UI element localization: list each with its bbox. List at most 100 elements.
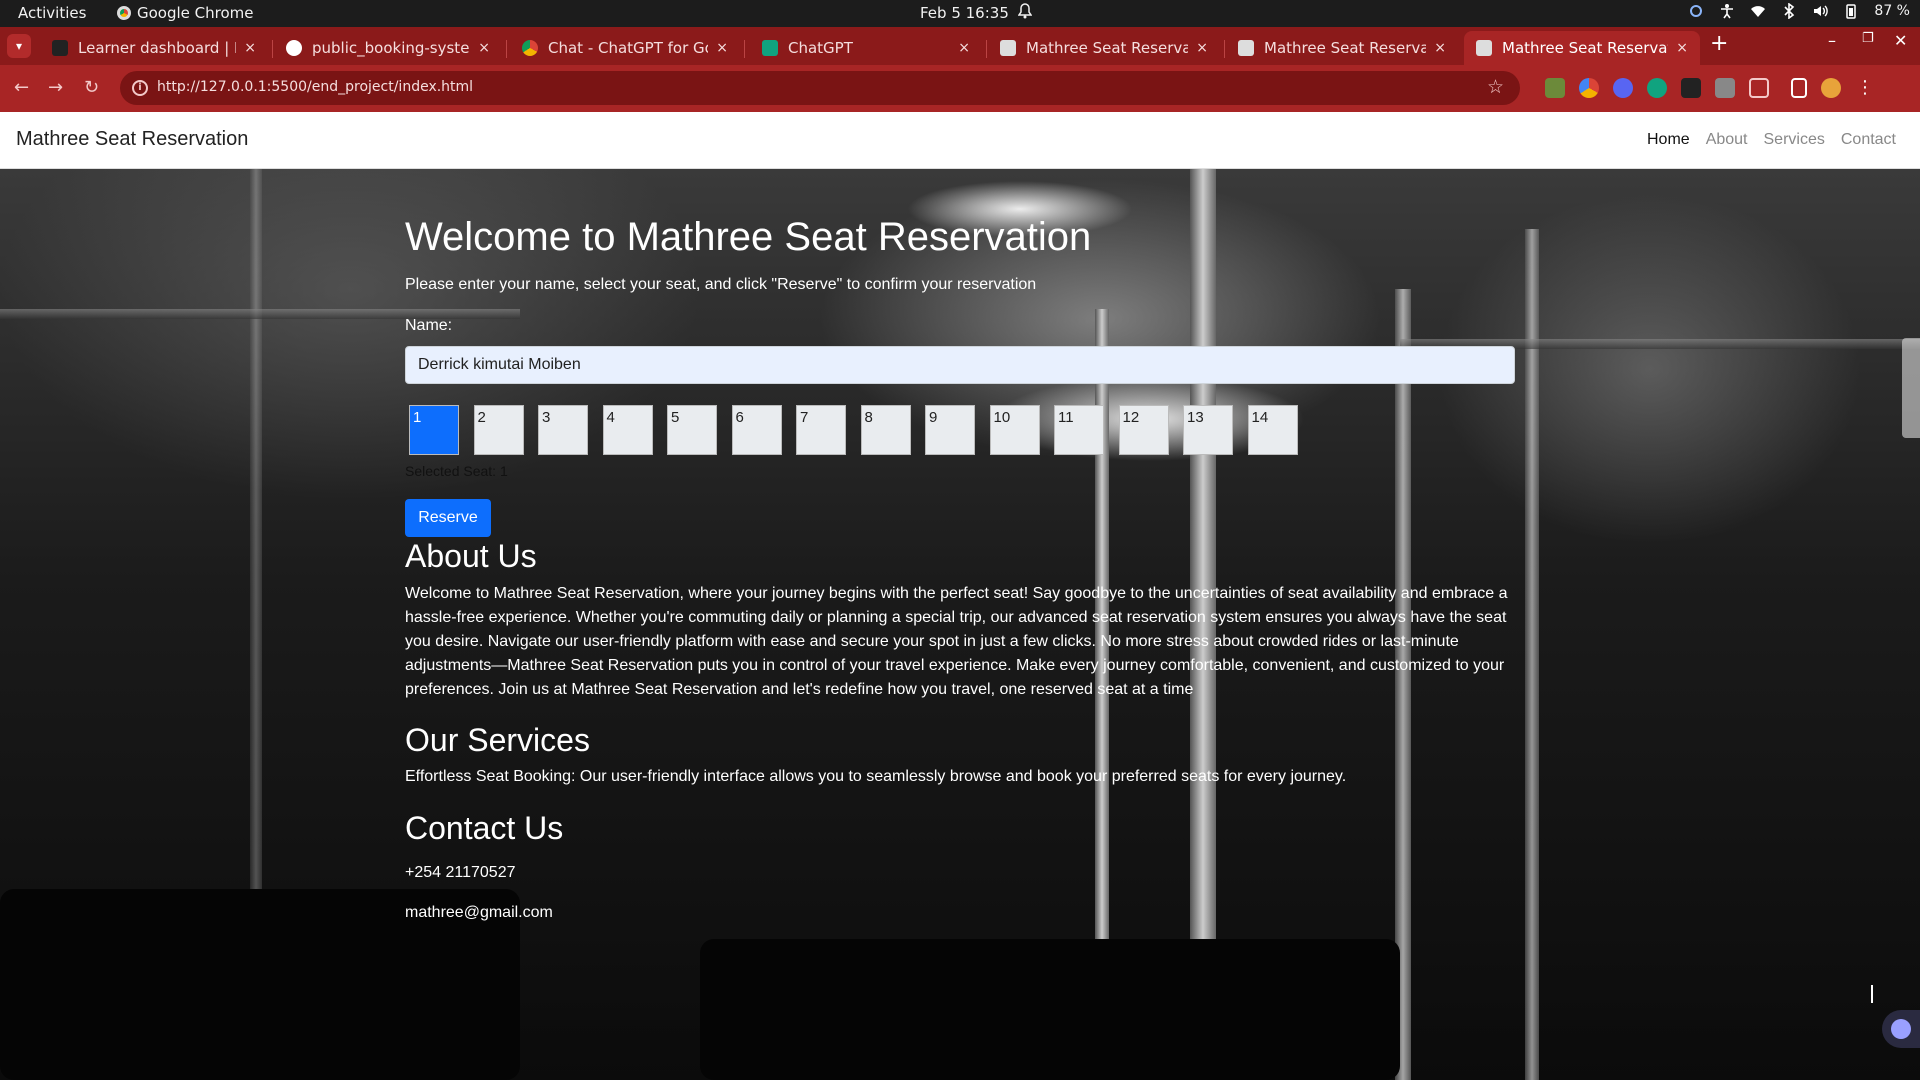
bluetooth-icon	[1784, 3, 1795, 19]
assistant-bubble-icon[interactable]	[1882, 1010, 1920, 1048]
tab-label: Mathree Seat Reservatio	[1502, 39, 1669, 57]
activities-button[interactable]: Activities	[18, 4, 86, 22]
os-top-bar: Activities Google Chrome Feb 5 16:35 87 …	[0, 0, 1920, 27]
contact-email: mathree@gmail.com	[405, 904, 553, 921]
seat-selector: 1 2 3 4 5 6 7 8 9 10 11 12 13 14	[409, 405, 1312, 455]
excel-extension-icon[interactable]	[1681, 78, 1701, 98]
extension-icon[interactable]	[1545, 78, 1565, 98]
tab-separator	[744, 40, 745, 58]
minimize-icon[interactable]: –	[1828, 31, 1836, 50]
services-text: Effortless Seat Booking: Our user-friend…	[405, 768, 1347, 785]
chrome-extension-icon	[522, 40, 538, 56]
tab-close-icon[interactable]: ×	[1196, 40, 1208, 56]
restore-icon[interactable]: ❐	[1862, 31, 1874, 46]
tab-mathree-active[interactable]: Mathree Seat Reservatio ×	[1464, 31, 1700, 65]
bell-icon	[1018, 3, 1032, 19]
bluetooth-small-icon	[1690, 5, 1703, 17]
reload-icon[interactable]: ↻	[84, 77, 99, 98]
selected-seat-text: Selected Seat: 1	[405, 463, 508, 479]
booking-instructions: Please enter your name, select your seat…	[405, 276, 1037, 293]
nav-home[interactable]: Home	[1647, 131, 1690, 149]
discord-icon[interactable]	[1613, 78, 1633, 98]
side-panel-tab[interactable]	[1902, 338, 1920, 438]
seat-5[interactable]: 5	[667, 405, 717, 455]
kebab-menu-icon[interactable]: ⋮	[1855, 78, 1875, 98]
seat-2[interactable]: 2	[473, 405, 524, 455]
page-icon	[1238, 40, 1254, 56]
page-title: Welcome to Mathree Seat Reservation	[405, 215, 1092, 259]
wifi-icon	[1751, 6, 1766, 17]
app-menu-label: Google Chrome	[137, 4, 254, 22]
nav-contact[interactable]: Contact	[1841, 131, 1896, 149]
contact-heading: Contact Us	[405, 810, 564, 846]
chrome-icon	[117, 6, 131, 20]
tab-chatgpt[interactable]: ChatGPT ×	[750, 31, 982, 65]
tab-strip: ▾ Learner dashboard | Nai × public_booki…	[0, 27, 1920, 65]
seat-11[interactable]: 11	[1054, 405, 1104, 455]
system-tray[interactable]: 87 %	[1688, 3, 1910, 19]
seat-7[interactable]: 7	[796, 405, 846, 455]
tab-close-icon[interactable]: ×	[1676, 40, 1688, 56]
side-panel-icon[interactable]	[1791, 78, 1807, 98]
seat-14[interactable]: 14	[1247, 405, 1298, 455]
web-page: Mathree Seat Reservation Home About Serv…	[0, 112, 1920, 1080]
seat-3[interactable]: 3	[538, 405, 588, 455]
nav-services[interactable]: Services	[1764, 131, 1825, 149]
google-extension-icon[interactable]	[1579, 78, 1599, 98]
tab-label: Mathree Seat Reservatio	[1264, 39, 1427, 57]
seat-10[interactable]: 10	[989, 405, 1040, 455]
nav-about[interactable]: About	[1706, 131, 1748, 149]
tab-search-button[interactable]: ▾	[7, 34, 31, 58]
seat-9[interactable]: 9	[925, 405, 975, 455]
tab-close-icon[interactable]: ×	[478, 40, 490, 56]
reserve-button[interactable]: Reserve	[405, 499, 491, 537]
site-navbar: Mathree Seat Reservation Home About Serv…	[0, 112, 1920, 169]
bus-pole	[1525, 229, 1539, 1080]
chatgpt-extension-icon[interactable]	[1647, 78, 1667, 98]
contact-phone: +254 21170527	[405, 864, 516, 881]
tab-favicon-icon	[52, 40, 68, 56]
site-brand[interactable]: Mathree Seat Reservation	[16, 128, 248, 151]
tab-separator	[986, 40, 987, 58]
clock[interactable]: Feb 5 16:35	[920, 4, 1009, 22]
tab-label: Mathree Seat Reservatio	[1026, 39, 1189, 57]
services-heading: Our Services	[405, 722, 590, 758]
tab-label: Learner dashboard | Nai	[78, 39, 236, 57]
tab-learner-dashboard[interactable]: Learner dashboard | Nai ×	[40, 31, 268, 65]
about-heading: About Us	[405, 538, 537, 574]
address-bar[interactable]: i http://127.0.0.1:5500/end_project/inde…	[120, 71, 1520, 105]
seat-1[interactable]: 1	[409, 405, 459, 455]
back-icon[interactable]: ←	[14, 77, 29, 98]
tab-close-icon[interactable]: ×	[1434, 40, 1446, 56]
chatgpt-icon	[762, 40, 778, 56]
tab-close-icon[interactable]: ×	[716, 40, 728, 56]
tab-mathree-2[interactable]: Mathree Seat Reservatio ×	[1226, 31, 1458, 65]
site-info-icon[interactable]: i	[132, 80, 148, 96]
profile-avatar[interactable]	[1821, 78, 1841, 98]
text-cursor	[1871, 985, 1873, 1003]
tab-close-icon[interactable]: ×	[244, 40, 256, 56]
seat-4[interactable]: 4	[602, 405, 653, 455]
app-menu[interactable]: Google Chrome	[117, 4, 254, 22]
p-extension-icon[interactable]	[1715, 78, 1735, 98]
site-nav-links: Home About Services Contact	[1647, 131, 1896, 149]
bus-seats	[700, 939, 1400, 1080]
url-text[interactable]: http://127.0.0.1:5500/end_project/index.…	[157, 79, 473, 95]
tab-close-icon[interactable]: ×	[958, 40, 970, 56]
seat-8[interactable]: 8	[860, 405, 911, 455]
tab-label: Chat - ChatGPT for Goog	[548, 39, 708, 57]
puzzle-extensions-icon[interactable]	[1749, 78, 1769, 98]
tab-chat-chatgpt-google[interactable]: Chat - ChatGPT for Goog ×	[510, 31, 740, 65]
tab-mathree-1[interactable]: Mathree Seat Reservatio ×	[988, 31, 1220, 65]
seat-6[interactable]: 6	[731, 405, 782, 455]
tab-github[interactable]: public_booking-system/ ×	[274, 31, 502, 65]
bookmark-star-icon[interactable]: ☆	[1487, 76, 1504, 98]
seat-13[interactable]: 13	[1183, 405, 1233, 455]
new-tab-button[interactable]: +	[1710, 31, 1728, 56]
forward-icon[interactable]: →	[48, 77, 63, 98]
battery-percent: 87 %	[1874, 3, 1910, 19]
close-window-icon[interactable]: ✕	[1894, 31, 1907, 50]
name-input[interactable]	[405, 346, 1515, 384]
seat-12[interactable]: 12	[1118, 405, 1169, 455]
tab-separator	[1224, 40, 1225, 58]
